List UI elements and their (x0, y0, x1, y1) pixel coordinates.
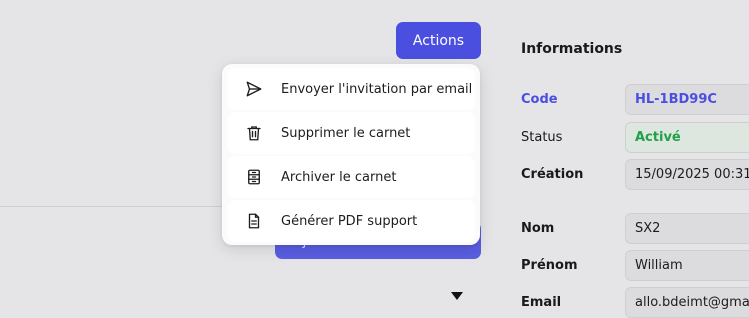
menu-item-generate-pdf[interactable]: Générer PDF support (227, 200, 475, 242)
archive-icon (244, 167, 264, 187)
menu-item-label: Générer PDF support (281, 213, 418, 229)
send-icon (244, 79, 264, 99)
email-field[interactable]: allo.bdeimt@gmail.com (625, 287, 749, 318)
file-text-icon (244, 211, 264, 231)
creation-field: 15/09/2025 00:31:22 (625, 159, 749, 190)
nom-field[interactable]: SX2 (625, 213, 749, 244)
status-field: Activé (625, 122, 749, 153)
caret-down-icon[interactable] (451, 292, 463, 300)
creation-label: Création (521, 167, 584, 182)
menu-item-archive[interactable]: Archiver le carnet (227, 156, 475, 198)
actions-menu: Envoyer l'invitation par email Supprimer… (222, 64, 480, 245)
code-label: Code (521, 92, 558, 107)
prenom-field[interactable]: William (625, 250, 749, 281)
menu-item-delete[interactable]: Supprimer le carnet (227, 112, 475, 154)
trash-icon (244, 123, 264, 143)
code-field: HL-1BD99C (625, 84, 749, 115)
menu-item-label: Archiver le carnet (281, 169, 397, 185)
actions-button[interactable]: Actions (396, 22, 481, 59)
nom-label: Nom (521, 221, 555, 236)
status-label: Status (521, 130, 563, 145)
info-section-title: Informations (521, 41, 623, 57)
menu-item-label: Supprimer le carnet (281, 125, 411, 141)
prenom-label: Prénom (521, 258, 578, 273)
menu-item-label: Envoyer l'invitation par email (281, 81, 473, 97)
email-label: Email (521, 295, 562, 310)
menu-item-send-invitation[interactable]: Envoyer l'invitation par email (227, 68, 475, 110)
